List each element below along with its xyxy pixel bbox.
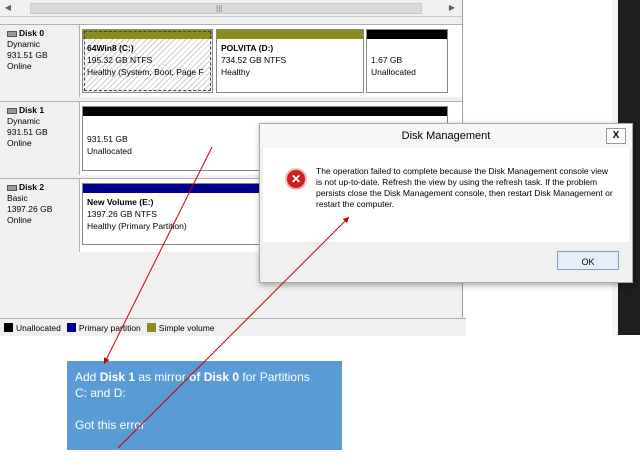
partition-title: 64Win8 (C:) [87, 43, 134, 53]
disk-0-row: Disk 0 Dynamic 931.51 GB Online 64Win8 (… [0, 24, 462, 97]
partition-size: 1.67 GB [371, 55, 403, 65]
partition-unallocated-0[interactable]: 1.67 GB Unallocated [366, 29, 448, 93]
error-dialog: Disk Management X ✕ The operation failed… [259, 123, 633, 283]
legend-item-unallocated: Unallocated [4, 323, 61, 333]
partition-size: 734.52 GB NTFS [221, 55, 287, 65]
dialog-body: ✕ The operation failed to complete becau… [263, 148, 629, 242]
note-bold-disk1: Disk 1 [99, 370, 136, 384]
legend-swatch [146, 323, 156, 332]
scrollbar-grip-icon: ||| [216, 4, 223, 13]
legend-label: Primary partition [78, 322, 141, 333]
partition-status: Healthy (System, Boot, Page F [87, 67, 204, 77]
disk-size: 1397.26 GB [7, 204, 53, 214]
note-line-3: Got this error [75, 418, 146, 432]
dialog-title: Disk Management [401, 130, 491, 142]
scroll-right-arrow-icon[interactable]: ▶ [446, 2, 458, 13]
partition-d[interactable]: POLVITA (D:) 734.52 GB NTFS Healthy [216, 29, 364, 93]
disk-type: Dynamic [7, 116, 41, 126]
partition-color-bar [217, 30, 363, 39]
disk-icon [7, 184, 17, 191]
disk-0-label[interactable]: Disk 0 Dynamic 931.51 GB Online [0, 25, 80, 97]
disk-status: Online [7, 61, 32, 71]
disk-status: Online [7, 138, 32, 148]
dialog-message: The operation failed to complete because… [316, 166, 613, 209]
partition-size: 195.32 GB NTFS [87, 55, 153, 65]
annotation-note: Add Disk 1 as mirror of Disk 0 for Parti… [67, 361, 342, 450]
disk-type: Dynamic [7, 39, 41, 49]
partition-title: New Volume (E:) [87, 197, 154, 207]
disk-1-label[interactable]: Disk 1 Dynamic 931.51 GB Online [0, 102, 80, 175]
partition-c[interactable]: 64Win8 (C:) 195.32 GB NTFS Healthy (Syst… [82, 29, 213, 93]
legend-swatch [66, 323, 76, 332]
disk-size: 931.51 GB [7, 50, 48, 60]
scroll-left-arrow-icon[interactable]: ◀ [2, 2, 14, 13]
disk-type: Basic [7, 193, 28, 203]
disk-name: Disk 0 [19, 28, 45, 38]
disk-icon [7, 107, 17, 114]
legend-label: Simple volume [158, 322, 215, 333]
disk-name: Disk 1 [19, 105, 45, 115]
disk-2-label[interactable]: Disk 2 Basic 1397.26 GB Online [0, 179, 80, 252]
partition-color-bar [83, 107, 447, 116]
close-icon[interactable]: X [606, 128, 626, 144]
ok-button[interactable]: OK [557, 251, 619, 270]
disk-name: Disk 2 [19, 182, 45, 192]
legend: Unallocated Primary partition Simple vol… [0, 318, 466, 336]
partition-title: POLVITA (D:) [221, 43, 274, 53]
legend-label: Unallocated [16, 322, 61, 333]
disk-icon [7, 30, 17, 37]
error-icon: ✕ [285, 168, 307, 190]
partition-status: Unallocated [371, 67, 416, 77]
legend-item-simple: Simple volume [146, 322, 215, 333]
legend-item-primary: Primary partition [66, 322, 141, 333]
partition-status: Healthy [221, 67, 250, 77]
horizontal-scrollbar[interactable]: ◀ ||| ▶ [0, 0, 462, 17]
disk-size: 931.51 GB [7, 127, 48, 137]
note-text: Add [75, 370, 100, 384]
dialog-titlebar[interactable]: Disk Management X [260, 124, 632, 148]
note-line-2: C: and D: [75, 386, 126, 400]
partition-color-bar [83, 30, 212, 39]
legend-swatch [4, 323, 13, 332]
note-text: as mirror [135, 370, 190, 384]
note-bold-disk0: of Disk 0 [189, 370, 240, 384]
scrollbar-thumb[interactable]: ||| [30, 3, 422, 14]
partition-color-bar [367, 30, 447, 39]
disk-status: Online [7, 215, 32, 225]
note-text: for Partitions [239, 370, 310, 384]
